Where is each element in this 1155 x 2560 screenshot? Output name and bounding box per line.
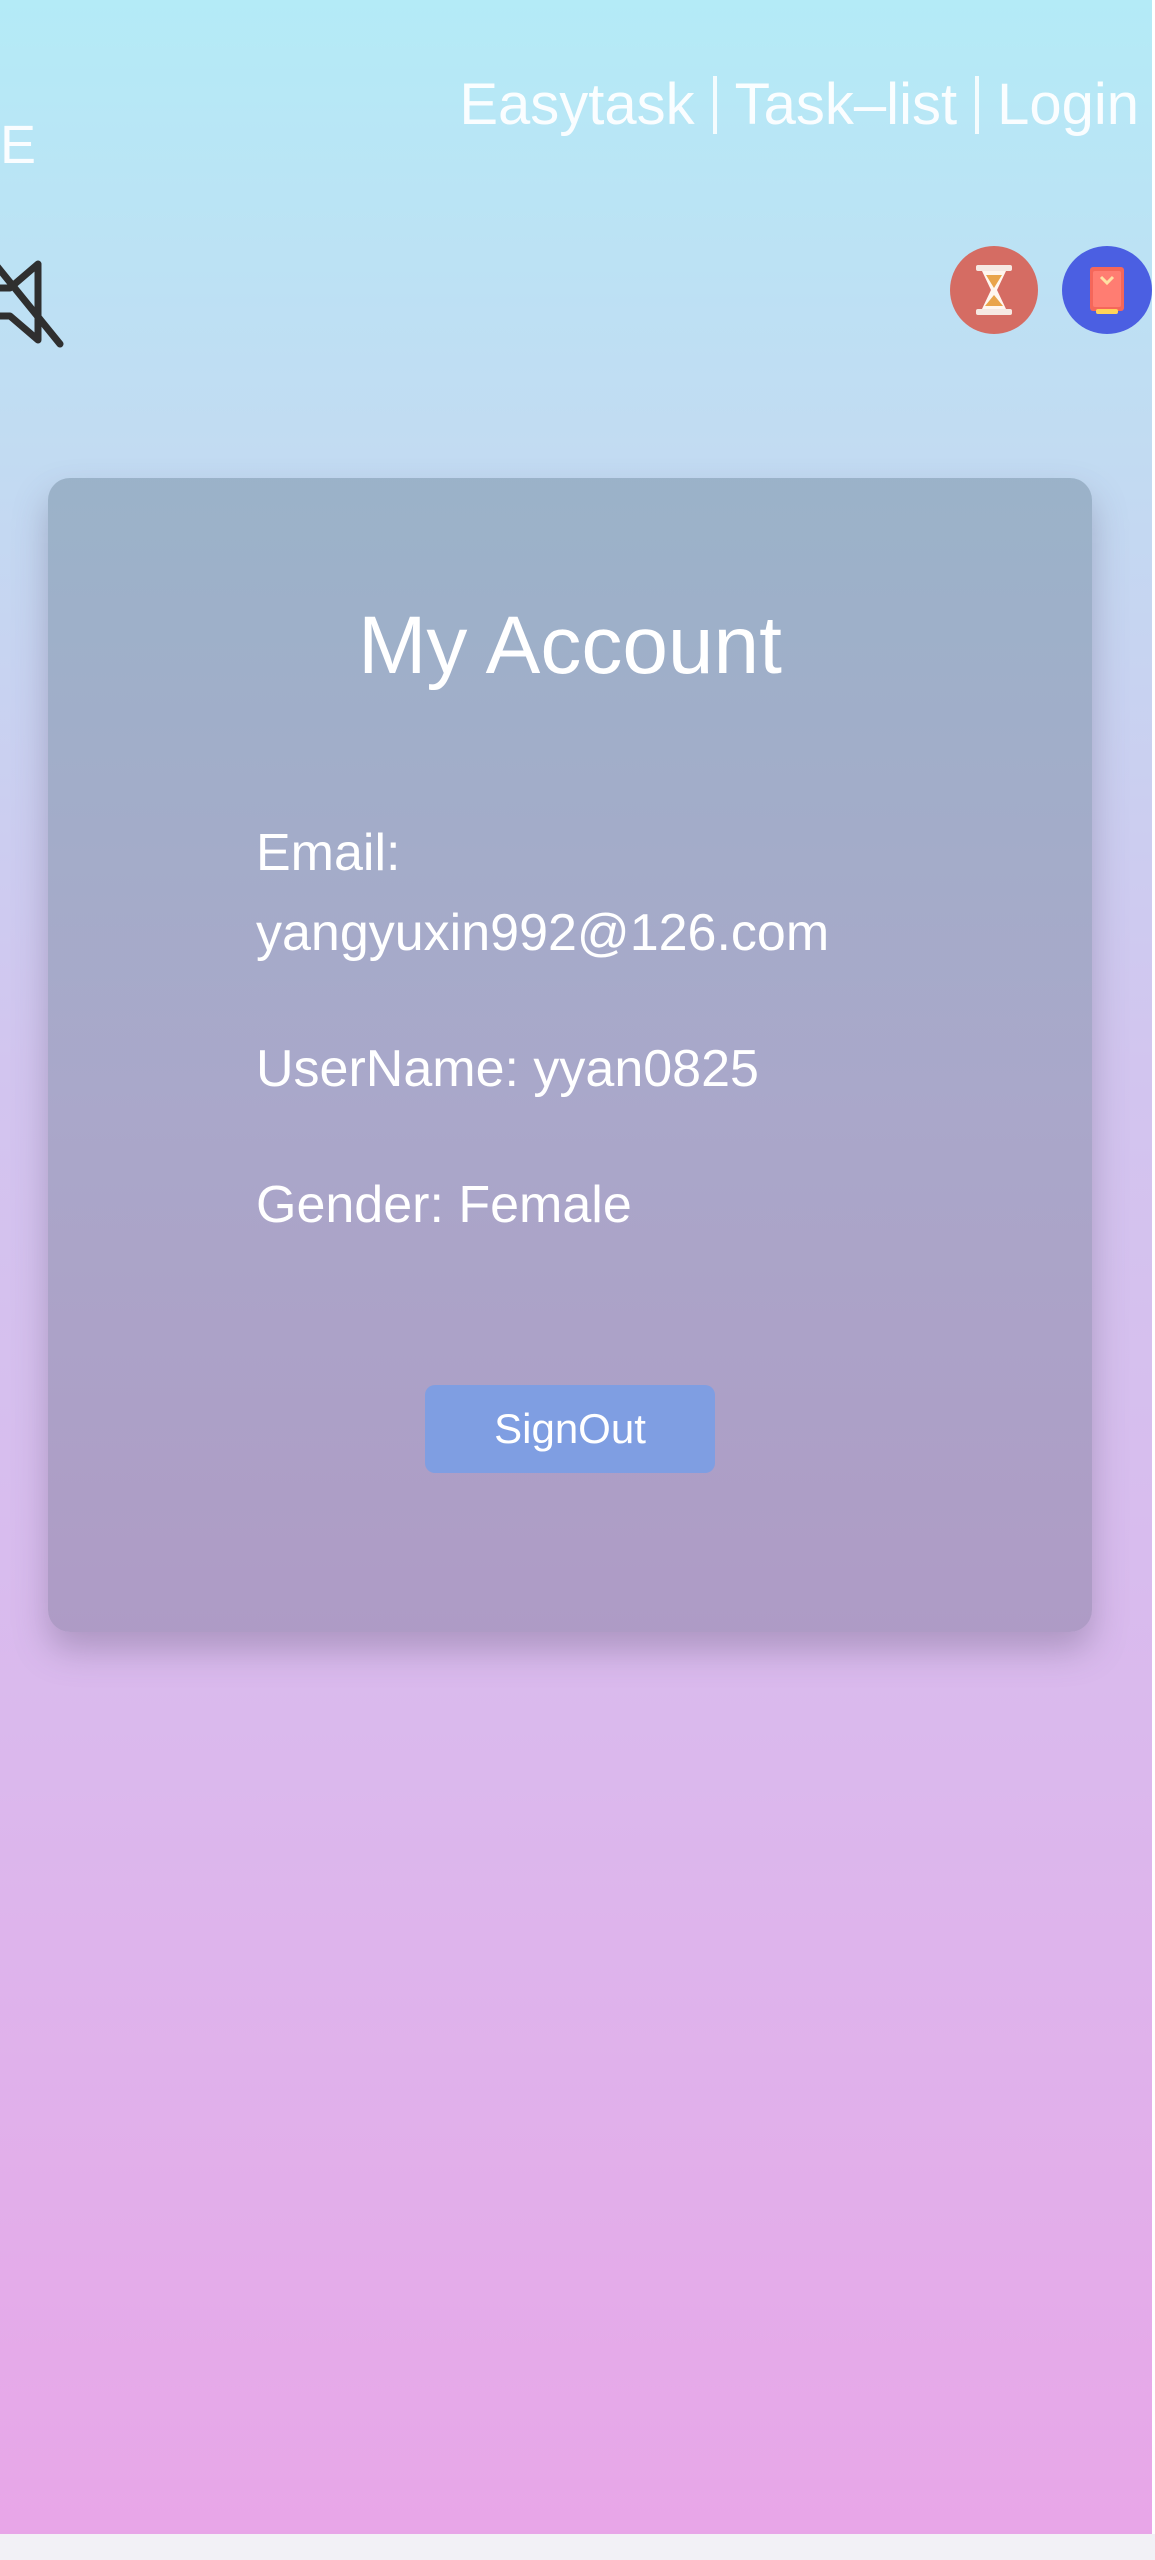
account-card: My Account Email: yangyuxin992@126.com U… bbox=[48, 478, 1092, 1632]
gender-value: Female bbox=[458, 1176, 632, 1234]
account-details: Email: yangyuxin992@126.com UserName: yy… bbox=[256, 813, 1016, 1245]
signout-button[interactable]: SignOut bbox=[425, 1385, 715, 1473]
gender-row: Gender: Female bbox=[256, 1165, 1016, 1245]
bottom-safe-area bbox=[0, 2534, 1155, 2560]
email-label: Email: bbox=[256, 824, 401, 882]
nav-link-task-list[interactable]: Task–list bbox=[735, 76, 957, 134]
email-row: Email: yangyuxin992@126.com bbox=[256, 813, 1016, 973]
page-title: My Account bbox=[358, 600, 782, 691]
top-navigation: Easytask Task–list Login bbox=[459, 76, 1139, 134]
book-icon[interactable] bbox=[1062, 246, 1152, 334]
username-label: UserName: bbox=[256, 1040, 519, 1098]
nav-link-login[interactable]: Login bbox=[997, 76, 1139, 134]
nav-separator bbox=[712, 76, 717, 134]
email-value: yangyuxin992@126.com bbox=[256, 904, 830, 962]
username-row: UserName: yyan0825 bbox=[256, 1029, 1016, 1109]
brand-fragment: E bbox=[0, 115, 37, 175]
username-value: yyan0825 bbox=[533, 1040, 759, 1098]
nav-separator bbox=[975, 76, 980, 134]
hourglass-icon[interactable] bbox=[950, 246, 1038, 334]
gender-label: Gender: bbox=[256, 1176, 444, 1234]
volume-muted-icon[interactable] bbox=[0, 252, 70, 352]
nav-link-easytask[interactable]: Easytask bbox=[459, 76, 694, 134]
